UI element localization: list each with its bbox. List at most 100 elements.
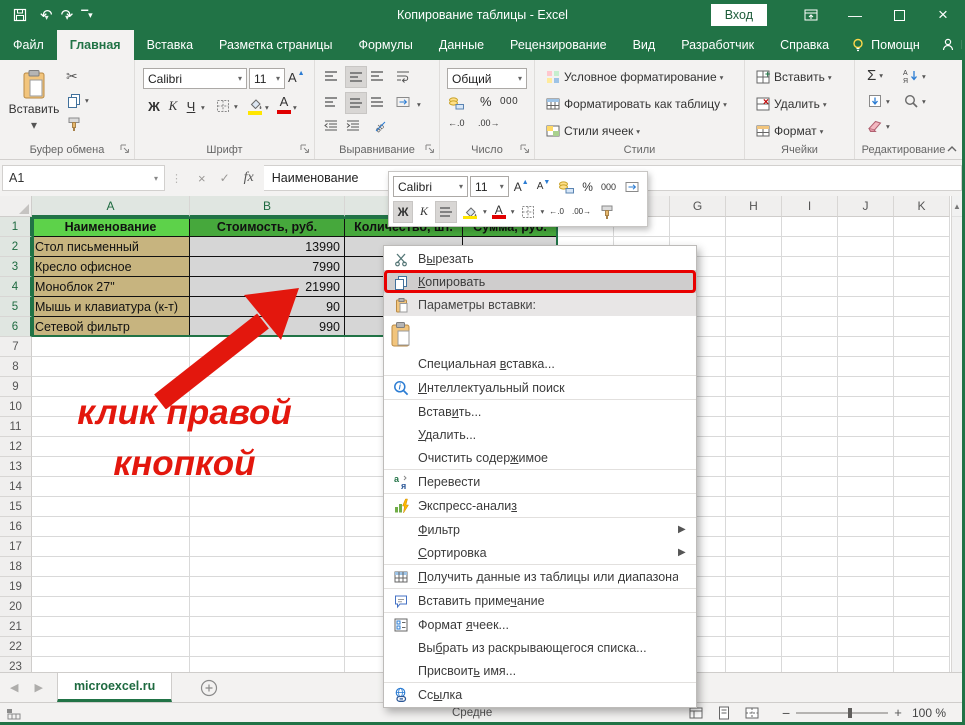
- row-header-12[interactable]: 12: [0, 437, 32, 457]
- column-header-K[interactable]: K: [894, 196, 950, 217]
- copy-button[interactable]: ▾: [66, 92, 89, 108]
- bold-button[interactable]: Ж: [145, 96, 163, 116]
- zoom-level[interactable]: 100 %: [912, 706, 946, 720]
- zoom-out-icon[interactable]: −: [782, 705, 790, 721]
- row-header-10[interactable]: 10: [0, 397, 32, 417]
- wrap-text-icon[interactable]: [395, 68, 411, 84]
- ribbon-tab-вид[interactable]: Вид: [620, 30, 669, 60]
- next-sheet-icon[interactable]: ▶: [34, 681, 42, 694]
- row-header-7[interactable]: 7: [0, 337, 32, 357]
- mini-format-painter-icon[interactable]: [596, 201, 618, 223]
- align-bottom-icon[interactable]: [369, 68, 385, 84]
- increase-decimal-icon[interactable]: ←.0: [448, 118, 465, 128]
- align-middle-icon[interactable]: [345, 66, 367, 88]
- font-size-combo[interactable]: 11▾: [249, 68, 285, 89]
- decrease-decimal-icon[interactable]: .00→: [478, 118, 500, 128]
- row-header-15[interactable]: 15: [0, 497, 32, 517]
- vertical-scrollbar[interactable]: ▲: [951, 196, 962, 672]
- menu-item-get-data[interactable]: Получить данные из таблицы или диапазона…: [384, 565, 696, 588]
- redo-icon[interactable]: ↷▾: [61, 8, 70, 23]
- zoom-in-icon[interactable]: +: [894, 705, 902, 720]
- mini-font-name-combo[interactable]: Calibri▾: [393, 176, 468, 197]
- alignment-dialog-launcher-icon[interactable]: [423, 142, 436, 155]
- ribbon-tab-разметка-страницы[interactable]: Разметка страницы: [206, 30, 345, 60]
- menu-item-sort[interactable]: Сортировка▶: [384, 541, 696, 564]
- column-header-G[interactable]: G: [670, 196, 726, 217]
- mini-grow-font-button[interactable]: А▲: [511, 176, 532, 198]
- cell-styles-button[interactable]: Стили ячеек▾: [545, 123, 640, 139]
- align-center-icon[interactable]: [345, 92, 367, 114]
- mini-accounting-icon[interactable]: [555, 176, 577, 198]
- row-header-21[interactable]: 21: [0, 617, 32, 637]
- percent-style-button[interactable]: %: [480, 94, 492, 109]
- row-header-14[interactable]: 14: [0, 477, 32, 497]
- row-header-18[interactable]: 18: [0, 557, 32, 577]
- row-header-23[interactable]: 23: [0, 657, 32, 672]
- ribbon-tab-разработчик[interactable]: Разработчик: [668, 30, 767, 60]
- orientation-icon[interactable]: ab: [373, 118, 389, 134]
- insert-cells-button[interactable]: +Вставить▾: [755, 69, 832, 85]
- mini-decrease-decimal-icon[interactable]: .00→: [569, 201, 594, 223]
- insert-function-icon[interactable]: fx: [244, 170, 254, 186]
- menu-item-pick-from-list[interactable]: Выбрать из раскрывающегося списка...: [384, 636, 696, 659]
- row-header-19[interactable]: 19: [0, 577, 32, 597]
- mini-comma-button[interactable]: 000: [598, 176, 619, 198]
- menu-item-filter[interactable]: Фильтр▶: [384, 518, 696, 541]
- row-header-20[interactable]: 20: [0, 597, 32, 617]
- increase-indent-icon[interactable]: [345, 118, 361, 134]
- view-page-break-icon[interactable]: [744, 705, 760, 721]
- prev-sheet-icon[interactable]: ◀: [10, 681, 18, 694]
- row-header-8[interactable]: 8: [0, 357, 32, 377]
- row-header-1[interactable]: 1: [0, 217, 32, 237]
- mini-font-size-combo[interactable]: 11▾: [470, 176, 509, 197]
- tell-me-help[interactable]: Помощн: [842, 37, 928, 53]
- clear-button[interactable]: ▾: [867, 118, 890, 134]
- menu-item-insert-cells[interactable]: Вставить...: [384, 400, 696, 423]
- merge-center-icon[interactable]: [395, 94, 411, 110]
- row-header-13[interactable]: 13: [0, 457, 32, 477]
- row-header-2[interactable]: 2: [0, 237, 32, 257]
- table-header-cell[interactable]: Наименование: [32, 217, 190, 237]
- table-header-cell[interactable]: Стоимость, руб.: [190, 217, 345, 237]
- menu-item-paste-keep-format[interactable]: [384, 316, 696, 352]
- menu-item-cut[interactable]: Вырезать: [384, 247, 696, 270]
- ribbon-display-options-icon[interactable]: [789, 0, 833, 30]
- underline-button[interactable]: Ч: [183, 96, 199, 116]
- sort-filter-button[interactable]: АЯ▾: [903, 68, 926, 84]
- column-header-J[interactable]: J: [838, 196, 894, 217]
- borders-button[interactable]: ▾: [215, 98, 238, 114]
- clipboard-dialog-launcher-icon[interactable]: [118, 142, 131, 155]
- mini-increase-decimal-icon[interactable]: ←.0: [546, 201, 567, 223]
- ribbon-tab-главная[interactable]: Главная: [57, 30, 134, 60]
- row-header-4[interactable]: 4: [0, 277, 32, 297]
- menu-item-clear-contents[interactable]: Очистить содержимое: [384, 446, 696, 469]
- delete-cells-button[interactable]: ×Удалить▾: [755, 96, 827, 112]
- column-header-H[interactable]: H: [726, 196, 782, 217]
- menu-item-quick-analysis[interactable]: Экспресс-анализ: [384, 494, 696, 517]
- number-dialog-launcher-icon[interactable]: [518, 142, 531, 155]
- close-button[interactable]: ×: [921, 0, 965, 30]
- column-header-A[interactable]: A: [32, 196, 190, 217]
- mini-font-color-button[interactable]: А: [489, 201, 509, 223]
- menu-item-paste-options[interactable]: Параметры вставки:: [384, 293, 696, 316]
- menu-item-copy[interactable]: Копировать: [384, 270, 696, 293]
- align-top-icon[interactable]: [323, 68, 339, 84]
- italic-button[interactable]: К: [165, 96, 181, 116]
- column-header-B[interactable]: B: [190, 196, 345, 217]
- ribbon-tab-рецензирование[interactable]: Рецензирование: [497, 30, 620, 60]
- ribbon-tab-вставка[interactable]: Вставка: [134, 30, 206, 60]
- row-header-16[interactable]: 16: [0, 517, 32, 537]
- format-painter-button[interactable]: [66, 116, 82, 132]
- save-icon[interactable]: [12, 7, 28, 23]
- menu-item-smart-lookup[interactable]: iИнтеллектуальный поиск: [384, 376, 696, 399]
- font-name-combo[interactable]: Calibri▾: [143, 68, 247, 89]
- cancel-icon[interactable]: ×: [198, 171, 206, 186]
- menu-item-link[interactable]: Ссылка: [384, 683, 696, 706]
- sheet-tab-active[interactable]: microexcel.ru: [57, 673, 172, 702]
- font-dialog-launcher-icon[interactable]: [298, 142, 311, 155]
- sign-in-button[interactable]: Вход: [711, 4, 767, 26]
- share-button[interactable]: Поделиться: [932, 37, 965, 53]
- select-all-corner[interactable]: [0, 196, 32, 217]
- mini-align-center-icon[interactable]: [435, 201, 457, 223]
- format-as-table-button[interactable]: Форматировать как таблицу▾: [545, 96, 727, 112]
